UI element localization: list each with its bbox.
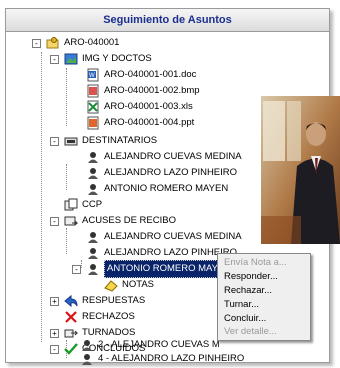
tree-item-aro-040001[interactable]: - ARO-040001 — [32, 35, 119, 51]
tree-item-label: IMG Y DOCTOS — [82, 53, 152, 64]
tree-item-label: ARO-040001-002.bmp — [104, 85, 200, 96]
images-docs-icon — [64, 53, 78, 65]
user-icon — [88, 264, 98, 275]
folder-key-icon — [46, 37, 59, 49]
collapse-toggle[interactable]: - — [50, 345, 59, 354]
tree-item-user[interactable]: ALEJANDRO LAZO PINHEIRO — [86, 245, 237, 261]
tree-item-user[interactable]: ALEJANDRO CUEVAS MEDINA — [86, 229, 242, 245]
menu-item-ver-detalle[interactable]: Ver detalle... — [224, 326, 277, 337]
tree-item-user[interactable]: 4 - ALEJANDRO LAZO PINHEIRO — [80, 351, 244, 367]
user-icon — [88, 168, 98, 179]
collapse-toggle[interactable]: - — [72, 265, 81, 274]
tree-item-user[interactable]: ANTONIO ROMERO MAYEN — [86, 181, 228, 197]
tree-item-user[interactable]: ALEJANDRO CUEVAS MEDINA — [86, 149, 242, 165]
context-menu: Envía Nota a... Responder... Rechazar...… — [217, 253, 311, 341]
tree-item-label: RECHAZOS — [82, 311, 135, 322]
recipients-icon — [64, 137, 78, 146]
user-icon — [88, 232, 98, 243]
user-icon — [88, 152, 98, 163]
menu-item-concluir[interactable]: Concluir... — [224, 313, 266, 324]
tree-item-label: NOTAS — [122, 279, 155, 290]
collapse-toggle[interactable]: - — [50, 55, 59, 64]
user-icon — [88, 248, 98, 259]
tree-item-respuestas[interactable]: + RESPUESTAS — [50, 293, 145, 309]
collapse-toggle[interactable]: - — [50, 217, 59, 226]
tree-item-rechazos[interactable]: RECHAZOS — [64, 309, 135, 325]
tree-item-label: ANTONIO ROMERO MAYEN — [104, 260, 235, 278]
tree-item-label: ARO-040001-004.ppt — [104, 117, 195, 128]
tree-item-img-doctos[interactable]: - IMG Y DOCTOS — [50, 51, 152, 67]
tree-item-label: ARO-040001-001.doc — [104, 69, 197, 80]
tree-item-label: ANTONIO ROMERO MAYEN — [104, 183, 229, 194]
tree-item-label: ALEJANDRO CUEVAS MEDINA — [104, 151, 242, 162]
word-doc-icon: W — [87, 68, 99, 82]
forwarded-icon — [64, 329, 78, 338]
user-icon — [82, 340, 92, 351]
tree-item-label: RESPUESTAS — [82, 295, 146, 306]
collapse-toggle[interactable]: - — [50, 137, 59, 146]
tree-item-user-selected[interactable]: - ANTONIO ROMERO MAYEN — [72, 260, 235, 278]
rejected-x-icon — [65, 311, 77, 323]
tree-item-file[interactable]: W ARO-040001-001.doc — [86, 67, 196, 83]
tree-item-file[interactable]: ARO-040001-004.ppt — [86, 115, 194, 131]
tree-item-label: ARO-040001-003.xls — [104, 101, 193, 112]
powerpoint-file-icon — [87, 116, 99, 130]
tree-item-notas[interactable]: NOTAS — [104, 277, 154, 293]
replies-icon — [64, 294, 78, 308]
businessman-photo — [261, 96, 340, 244]
bmp-file-icon — [87, 84, 99, 98]
svg-text:W: W — [89, 73, 95, 79]
tree-item-file[interactable]: ARO-040001-002.bmp — [86, 83, 200, 99]
menu-item-turnar[interactable]: Turnar... — [224, 299, 259, 310]
receipts-icon — [64, 216, 78, 226]
window-title: Seguimiento de Asuntos — [6, 9, 329, 32]
user-icon — [82, 354, 92, 365]
tree-item-acuses[interactable]: - ACUSES DE RECIBO — [50, 213, 176, 229]
tree-item-file[interactable]: ARO-040001-003.xls — [86, 99, 193, 115]
menu-item-responder[interactable]: Responder... — [224, 271, 278, 282]
user-icon — [88, 184, 98, 195]
tree-item-ccp[interactable]: CCP — [64, 197, 102, 213]
notes-icon — [104, 280, 118, 292]
tree-item-label: DESTINATARIOS — [82, 135, 158, 146]
expand-toggle[interactable]: + — [50, 297, 59, 306]
collapse-toggle[interactable]: - — [32, 39, 41, 48]
menu-item-rechazar[interactable]: Rechazar... — [224, 285, 272, 296]
tree-item-label: ARO-040001 — [64, 37, 120, 48]
expand-toggle[interactable]: + — [50, 329, 59, 338]
tree-item-label: ACUSES DE RECIBO — [82, 215, 176, 226]
excel-file-icon — [87, 100, 99, 114]
checkmark-icon — [64, 343, 78, 355]
tree-item-destinatarios[interactable]: - DESTINATARIOS — [50, 133, 157, 149]
menu-item-envia-nota[interactable]: Envía Nota a... — [224, 257, 287, 268]
tree-item-label: ALEJANDRO CUEVAS MEDINA — [104, 231, 242, 242]
copy-icon — [64, 198, 78, 211]
tree-item-label: 4 - ALEJANDRO LAZO PINHEIRO — [98, 353, 245, 364]
tree-item-user[interactable]: ALEJANDRO LAZO PINHEIRO — [86, 165, 237, 181]
tree-item-label: CCP — [82, 199, 103, 210]
tree-item-label: ALEJANDRO LAZO PINHEIRO — [104, 167, 238, 178]
